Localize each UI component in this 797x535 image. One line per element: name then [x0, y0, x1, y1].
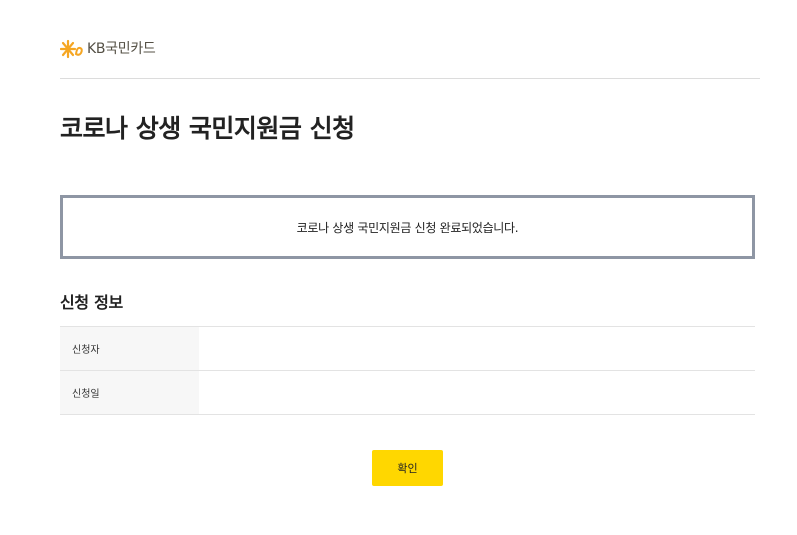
applicant-label: 신청자	[60, 326, 199, 371]
applicant-value	[199, 326, 755, 371]
application-info-table: 신청자 신청일	[60, 326, 755, 415]
application-date-label: 신청일	[60, 370, 199, 415]
completion-notice-box: 코로나 상생 국민지원금 신청 완료되었습니다.	[60, 195, 755, 259]
section-title-application-info: 신청 정보	[60, 293, 123, 312]
table-row: 신청자	[60, 326, 755, 371]
page-title: 코로나 상생 국민지원금 신청	[60, 114, 355, 143]
application-date-value	[199, 370, 755, 415]
confirm-button[interactable]: 확인	[372, 450, 443, 486]
kb-star-logo-icon[interactable]	[59, 38, 84, 60]
completion-message: 코로나 상생 국민지원금 신청 완료되었습니다.	[296, 220, 519, 235]
brand-logo-text[interactable]: KB국민카드	[87, 38, 156, 60]
header: KB국민카드	[59, 36, 156, 62]
table-row: 신청일	[60, 370, 755, 415]
header-divider	[60, 78, 760, 79]
